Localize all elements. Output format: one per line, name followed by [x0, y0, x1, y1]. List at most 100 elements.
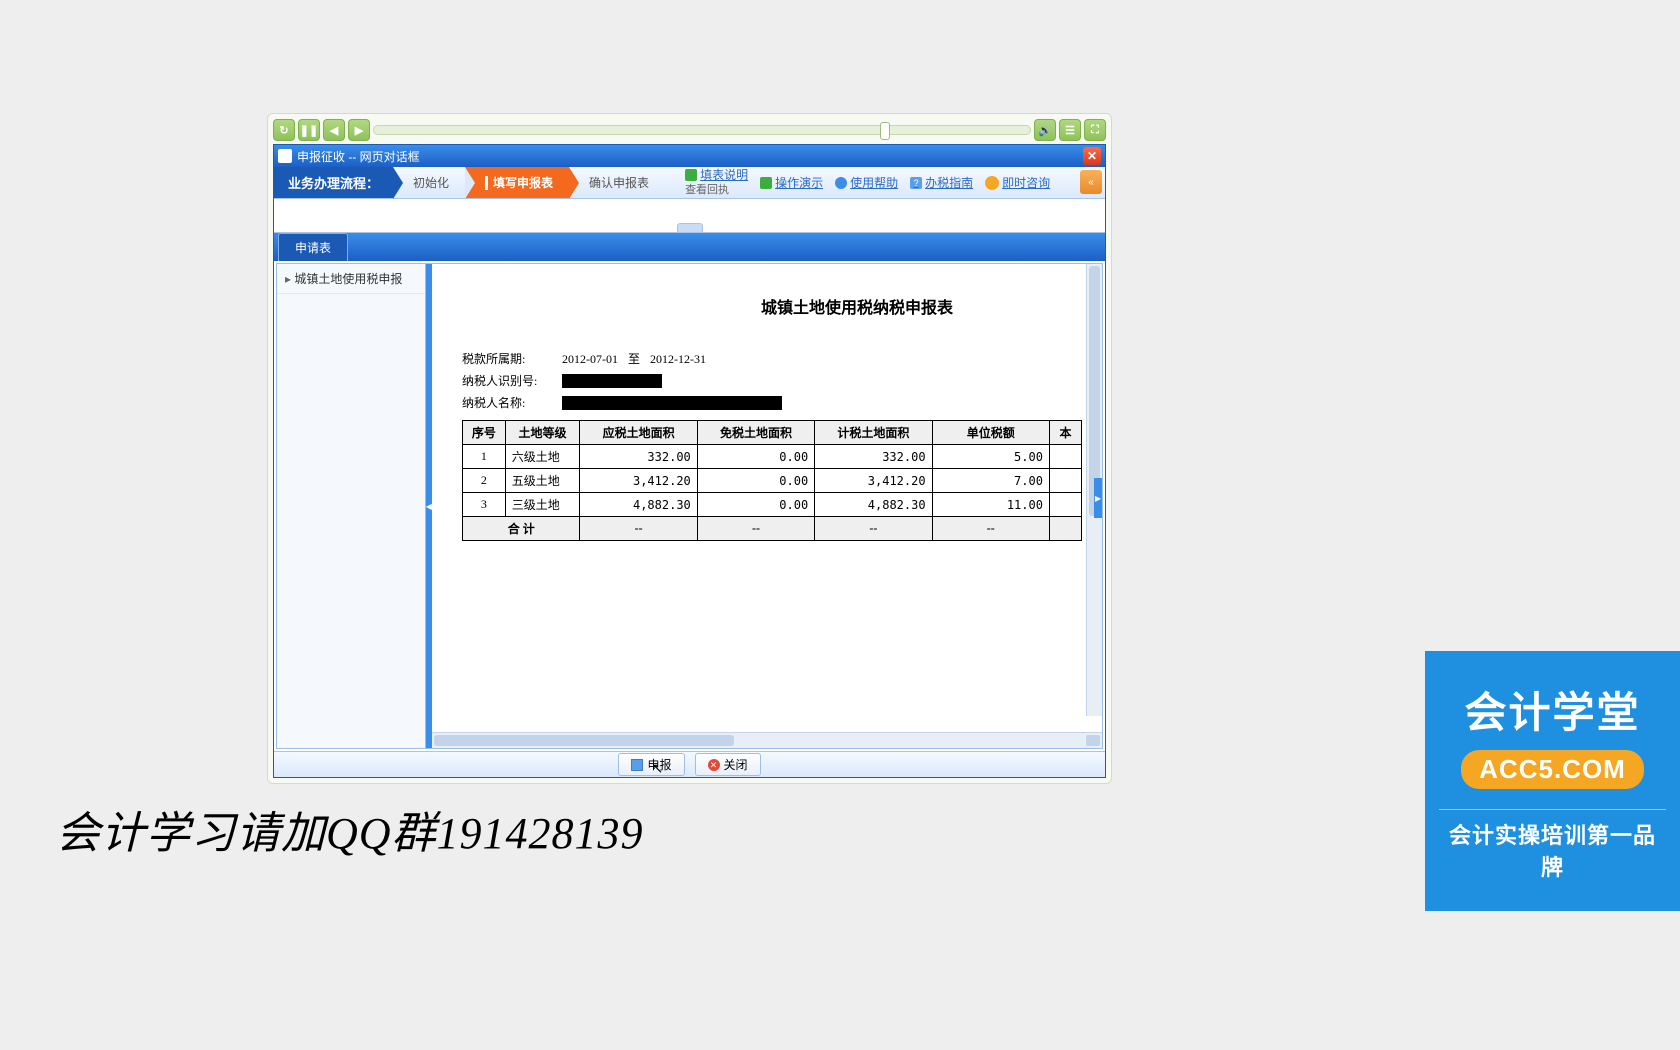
cell-grade: 五级土地 — [505, 469, 580, 493]
cell-grade: 六级土地 — [505, 445, 580, 469]
right-collapse-handle[interactable]: ▶ — [1094, 478, 1102, 518]
step-fill-label: 填写申报表 — [493, 174, 553, 191]
reload-button[interactable]: ↻ — [273, 119, 295, 141]
link-help[interactable]: 使用帮助 — [835, 168, 898, 197]
progress-track[interactable] — [373, 125, 1031, 135]
table-row: 3三级土地4,882.300.004,882.3011.00 — [463, 493, 1082, 517]
h-scroll-right[interactable] — [1086, 735, 1100, 746]
pause-button[interactable]: ❚❚ — [298, 119, 320, 141]
progress-handle[interactable] — [880, 122, 890, 140]
footer: 申报 ↖ ✕ 关闭 — [274, 751, 1105, 777]
prev-button[interactable]: ◀ — [323, 119, 345, 141]
total-dash: -- — [580, 517, 697, 541]
spacer — [274, 199, 1105, 233]
col-no: 序号 — [463, 421, 506, 445]
cell-unit-tax: 5.00 — [932, 445, 1049, 469]
ad-divider — [1439, 809, 1666, 810]
col-calc: 计税土地面积 — [815, 421, 932, 445]
sidebar-item-land-tax[interactable]: 城镇土地使用税申报 — [277, 264, 425, 294]
sidebar: 城镇土地使用税申报 — [277, 264, 426, 748]
link-demo[interactable]: 操作演示 — [760, 168, 823, 197]
step-fill-form[interactable]: 填写申报表 — [465, 167, 569, 198]
submit-button[interactable]: 申报 ↖ — [618, 753, 684, 776]
collapse-toolbar-button[interactable]: « — [1080, 170, 1102, 194]
horizontal-scrollbar[interactable] — [432, 732, 1102, 748]
ad-badge: ACC5.COM — [1461, 750, 1644, 789]
period-sep: 至 — [628, 348, 640, 370]
submit-label: 申报 — [647, 756, 671, 773]
app-window: 申报征收 -- 网页对话框 ✕ 业务办理流程： 初始化 填写申报表 确认申报表 … — [273, 144, 1106, 778]
report-meta: 税款所属期: 2012-07-01 至 2012-12-31 纳税人识别号: — [462, 348, 1082, 414]
total-label: 合 计 — [463, 517, 580, 541]
step-active-indicator — [485, 176, 488, 190]
titlebar: 申报征收 -- 网页对话框 ✕ — [274, 145, 1105, 167]
cell-exempt: 0.00 — [697, 445, 814, 469]
total-dash: -- — [932, 517, 1049, 541]
col-grade: 土地等级 — [505, 421, 580, 445]
link-consult[interactable]: 即时咨询 — [985, 168, 1050, 197]
toolbar-links: 填表说明 查看回执 操作演示 使用帮助 ?办税指南 即时咨询 — [685, 168, 1050, 197]
taxpayer-name-redacted — [562, 396, 782, 410]
window-close-button[interactable]: ✕ — [1083, 147, 1101, 165]
player-controls: ↻ ❚❚ ◀ ▶ 🔊 ☰ ⛶ — [273, 119, 1106, 141]
volume-button[interactable]: 🔊 — [1034, 119, 1056, 141]
step-confirm[interactable]: 确认申报表 — [569, 167, 665, 198]
cell-no: 1 — [463, 445, 506, 469]
table-header: 序号 土地等级 应税土地面积 免税土地面积 计税土地面积 单位税额 本 — [463, 421, 1082, 445]
ad-banner: 会计学堂 ACC5.COM 会计实操培训第一品牌 — [1425, 651, 1680, 911]
close-label: 关闭 — [724, 756, 748, 773]
tab-bar: 申请表 — [274, 233, 1105, 261]
cell-unit-tax: 11.00 — [932, 493, 1049, 517]
cell-cutoff — [1049, 445, 1081, 469]
cell-no: 2 — [463, 469, 506, 493]
cell-exempt: 0.00 — [697, 469, 814, 493]
ad-title: 会计学堂 — [1439, 679, 1666, 740]
cell-taxable: 332.00 — [580, 445, 697, 469]
cell-calc: 4,882.30 — [815, 493, 932, 517]
data-table: 序号 土地等级 应税土地面积 免税土地面积 计税土地面积 单位税额 本 — [462, 420, 1082, 541]
close-button[interactable]: ✕ 关闭 — [695, 753, 761, 776]
panes: 城镇土地使用税申报 ◀ 城镇土地使用税纳税申报表 税款所属期: 2012-07-… — [276, 263, 1103, 749]
taxpayer-id-label: 纳税人识别号: — [462, 370, 552, 392]
h-scroll-thumb[interactable] — [434, 735, 734, 746]
col-taxable: 应税土地面积 — [580, 421, 697, 445]
doc-icon — [685, 169, 697, 181]
app-icon — [278, 149, 292, 163]
link-guide[interactable]: ?办税指南 — [910, 168, 973, 197]
total-cutoff — [1049, 517, 1081, 541]
cell-cutoff — [1049, 493, 1081, 517]
ad-subtitle: 会计实操培训第一品牌 — [1439, 818, 1666, 882]
cell-unit-tax: 7.00 — [932, 469, 1049, 493]
total-dash: -- — [697, 517, 814, 541]
report-title: 城镇土地使用税纳税申报表 — [632, 294, 1082, 318]
cell-taxable: 4,882.30 — [580, 493, 697, 517]
window-title: 申报征收 -- 网页对话框 — [297, 148, 1083, 165]
flow-label: 业务办理流程： — [274, 167, 393, 198]
col-cutoff: 本 — [1049, 421, 1081, 445]
taxpayer-id-redacted — [562, 374, 662, 388]
step-init[interactable]: 初始化 — [393, 167, 465, 198]
play-icon — [760, 177, 772, 189]
taxpayer-name-label: 纳税人名称: — [462, 392, 552, 414]
link-view-receipt[interactable]: 查看回执 — [685, 183, 748, 197]
fullscreen-button[interactable]: ⛶ — [1084, 119, 1106, 141]
next-button[interactable]: ▶ — [348, 119, 370, 141]
period-to: 2012-12-31 — [650, 348, 706, 370]
table-total-row: 合 计-------- — [463, 517, 1082, 541]
link-fill-instructions[interactable]: 填表说明 — [685, 168, 748, 182]
subtitle-button[interactable]: ☰ — [1059, 119, 1081, 141]
content-pane: 城镇土地使用税纳税申报表 税款所属期: 2012-07-01 至 2012-12… — [432, 264, 1102, 748]
cell-exempt: 0.00 — [697, 493, 814, 517]
total-dash: -- — [815, 517, 932, 541]
col-unit-tax: 单位税额 — [932, 421, 1049, 445]
cell-calc: 332.00 — [815, 445, 932, 469]
body: 申请表 城镇土地使用税申报 ◀ 城镇土地使用税纳税申报表 税款所属期: — [274, 233, 1105, 751]
period-label: 税款所属期: — [462, 348, 552, 370]
cell-no: 3 — [463, 493, 506, 517]
help-icon — [835, 177, 847, 189]
video-player-frame: ↻ ❚❚ ◀ ▶ 🔊 ☰ ⛶ 申报征收 -- 网页对话框 ✕ 业务办理流程： 初… — [267, 113, 1112, 784]
submit-icon — [631, 759, 643, 771]
cell-taxable: 3,412.20 — [580, 469, 697, 493]
tab-application[interactable]: 申请表 — [278, 233, 348, 261]
question-icon: ? — [910, 177, 922, 189]
